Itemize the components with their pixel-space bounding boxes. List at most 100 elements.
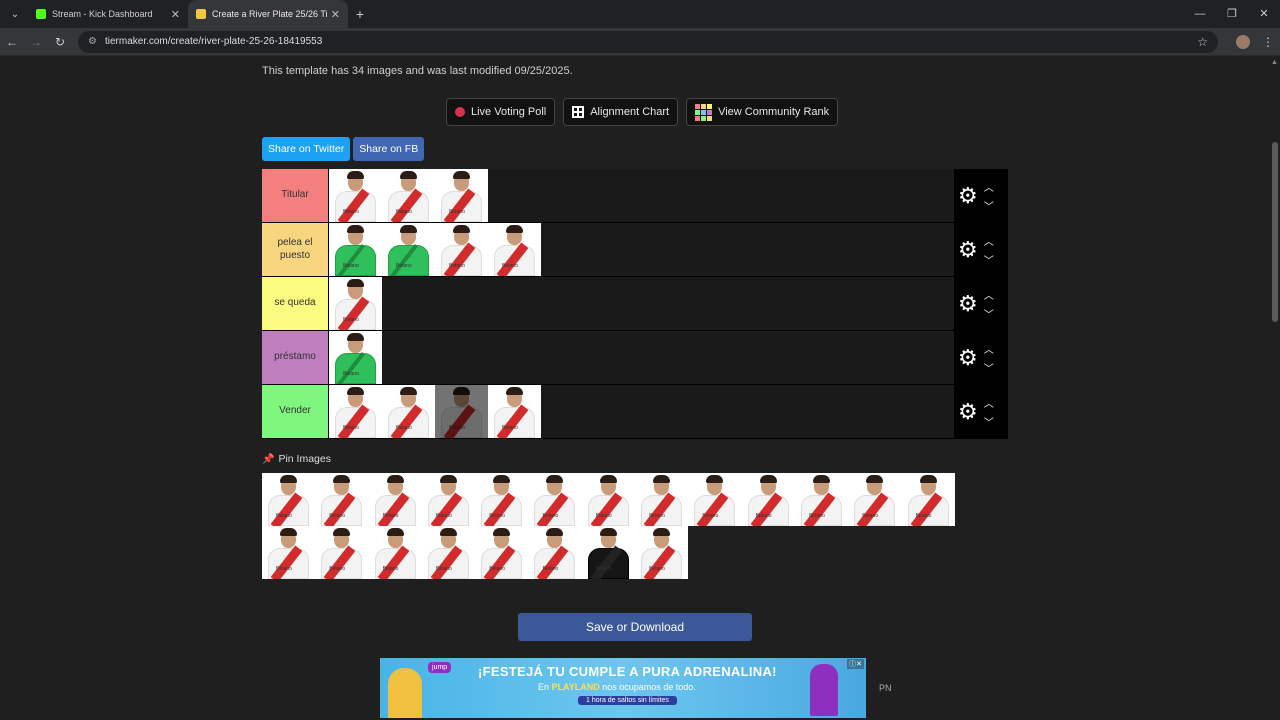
back-icon[interactable]: ← bbox=[0, 35, 24, 49]
move-up-chevron-icon[interactable]: ︿ bbox=[984, 287, 994, 302]
pin-images-label: Pin Images bbox=[278, 453, 331, 465]
browser-tab-tiermaker[interactable]: Create a River Plate 25/26 Tier L ✕ bbox=[188, 0, 348, 28]
new-tab-button[interactable]: + bbox=[348, 6, 372, 22]
player-image[interactable]: Betano bbox=[635, 526, 689, 579]
tier-row: Titular Betano Betano Betano ⚙ ︿ ﹀ bbox=[262, 169, 1008, 223]
settings-gear-icon[interactable]: ⚙ bbox=[958, 346, 978, 369]
tier-row: pelea el puesto Betano Betano Betano Betano ⚙… bbox=[262, 223, 1008, 277]
alignment-chart-button[interactable]: Alignment Chart bbox=[563, 98, 679, 126]
move-up-chevron-icon[interactable]: ︿ bbox=[984, 233, 994, 248]
player-image[interactable]: Betano bbox=[421, 526, 476, 579]
move-up-chevron-icon[interactable]: ︿ bbox=[984, 179, 994, 194]
pushpin-icon: 📌 bbox=[262, 453, 275, 465]
player-image[interactable]: Betano bbox=[528, 526, 582, 579]
player-image[interactable]: Betano bbox=[635, 473, 689, 526]
player-image[interactable]: Betano bbox=[901, 473, 955, 526]
player-image[interactable]: Betano bbox=[382, 169, 435, 222]
advertisement-banner[interactable]: jump ¡FESTEJÁ TU CUMPLE A PURA ADRENALIN… bbox=[380, 658, 866, 718]
tier-label[interactable]: préstamo bbox=[262, 331, 329, 384]
button-label: Alignment Chart bbox=[590, 106, 670, 118]
player-image[interactable]: Betano bbox=[329, 169, 382, 222]
share-buttons: Share on Twitter Share on FB bbox=[262, 137, 425, 161]
tab-close-icon[interactable]: ✕ bbox=[171, 8, 180, 21]
address-bar: ← → ↻ ⚙ tiermaker.com/create/river-plate… bbox=[0, 28, 1280, 56]
player-image[interactable]: Betano bbox=[421, 473, 476, 526]
player-image[interactable]: Betano bbox=[315, 473, 369, 526]
player-image[interactable]: Betano bbox=[488, 223, 541, 276]
share-facebook-button[interactable]: Share on FB bbox=[353, 137, 425, 161]
tier-controls: ⚙ ︿ ﹀ bbox=[954, 223, 1008, 276]
player-image[interactable]: Betano bbox=[262, 473, 316, 526]
tier-controls: ⚙ ︿ ﹀ bbox=[954, 385, 1008, 438]
ad-close-icon[interactable]: ⓘ✕ bbox=[847, 659, 864, 669]
forward-icon[interactable]: → bbox=[24, 35, 48, 49]
live-voting-poll-button[interactable]: Live Voting Poll bbox=[446, 98, 556, 126]
restore-icon[interactable]: ❐ bbox=[1216, 0, 1248, 28]
profile-avatar[interactable] bbox=[1236, 34, 1250, 49]
url-field[interactable]: ⚙ tiermaker.com/create/river-plate-25-26… bbox=[78, 30, 1218, 53]
close-window-icon[interactable]: ✕ bbox=[1248, 0, 1280, 28]
player-image[interactable]: Betano bbox=[382, 223, 435, 276]
player-image[interactable]: Betano bbox=[329, 385, 382, 438]
player-image[interactable]: Betano bbox=[475, 473, 529, 526]
player-image[interactable]: Betano bbox=[435, 169, 488, 222]
share-twitter-button[interactable]: Share on Twitter bbox=[262, 137, 351, 161]
settings-gear-icon[interactable]: ⚙ bbox=[958, 292, 978, 315]
player-image[interactable]: Betano bbox=[475, 526, 529, 579]
player-image[interactable]: Betano bbox=[794, 473, 849, 526]
move-down-chevron-icon[interactable]: ﹀ bbox=[984, 414, 994, 429]
tier-items-dropzone[interactable]: Betano Betano Betano Betano bbox=[329, 223, 954, 276]
tier-label[interactable]: Titular bbox=[262, 169, 329, 222]
scrollbar-thumb[interactable] bbox=[1272, 142, 1278, 322]
settings-gear-icon[interactable]: ⚙ bbox=[958, 184, 978, 207]
move-down-chevron-icon[interactable]: ﹀ bbox=[984, 360, 994, 375]
save-or-download-button[interactable]: Save or Download bbox=[518, 613, 752, 641]
tier-label[interactable]: Vender bbox=[262, 385, 329, 438]
player-image[interactable]: Betano bbox=[368, 526, 422, 579]
browser-tab-kick[interactable]: Stream - Kick Dashboard ✕ bbox=[28, 0, 188, 28]
tier-items-dropzone[interactable]: Betano Betano Betano Betano bbox=[329, 385, 954, 438]
scroll-up-icon[interactable]: ▲ bbox=[1271, 59, 1278, 66]
tier-items-dropzone[interactable]: Betano bbox=[329, 277, 954, 330]
player-image[interactable]: Betano bbox=[315, 526, 369, 579]
player-image[interactable]: Betano bbox=[435, 223, 488, 276]
player-image[interactable]: Betano bbox=[329, 277, 382, 330]
bookmark-star-icon[interactable]: ☆ bbox=[1197, 35, 1208, 49]
player-image[interactable]: Betano bbox=[688, 473, 742, 526]
tab-close-icon[interactable]: ✕ bbox=[331, 8, 340, 21]
page-scrollbar[interactable]: ▲ bbox=[1270, 57, 1280, 657]
player-image[interactable]: Betano bbox=[488, 385, 541, 438]
player-image[interactable]: Betano bbox=[382, 385, 435, 438]
minimize-icon[interactable]: — bbox=[1184, 0, 1216, 28]
community-rank-button[interactable]: View Community Rank bbox=[686, 98, 839, 126]
tier-label[interactable]: se queda bbox=[262, 277, 329, 330]
site-info-icon[interactable]: ⚙ bbox=[88, 36, 97, 47]
tier-items-dropzone[interactable]: Betano Betano Betano bbox=[329, 169, 954, 222]
player-image[interactable]: Betano bbox=[581, 473, 636, 526]
player-image[interactable]: Betano bbox=[435, 385, 488, 438]
tier-items-dropzone[interactable]: Betano bbox=[329, 331, 954, 384]
reload-icon[interactable]: ↻ bbox=[48, 35, 72, 49]
browser-menu-icon[interactable]: ⋮ bbox=[1262, 35, 1274, 49]
player-image[interactable]: Betano bbox=[368, 473, 422, 526]
player-image[interactable]: Betano bbox=[329, 223, 382, 276]
move-down-chevron-icon[interactable]: ﹀ bbox=[984, 198, 994, 213]
player-image[interactable]: Betano bbox=[329, 331, 382, 384]
move-down-chevron-icon[interactable]: ﹀ bbox=[984, 252, 994, 267]
pin-images-header[interactable]: 📌 Pin Images bbox=[262, 453, 331, 465]
player-image[interactable]: Betano bbox=[848, 473, 902, 526]
image-pool: Betano Betano Betano Betano Betano Betano Beta… bbox=[262, 473, 1008, 579]
move-up-chevron-icon[interactable]: ︿ bbox=[984, 395, 994, 410]
player-image[interactable]: Betano bbox=[741, 473, 795, 526]
settings-gear-icon[interactable]: ⚙ bbox=[958, 400, 978, 423]
player-image[interactable]: Betano bbox=[262, 526, 316, 579]
tab-search-button[interactable]: ⌄ bbox=[2, 4, 28, 24]
player-image[interactable]: Betano bbox=[581, 526, 636, 579]
rank-grid-icon bbox=[695, 103, 713, 121]
move-down-chevron-icon[interactable]: ﹀ bbox=[984, 306, 994, 321]
tier-label[interactable]: pelea el puesto bbox=[262, 223, 329, 276]
player-image[interactable]: Betano bbox=[528, 473, 582, 526]
page-content: ▲ This template has 34 images and was la… bbox=[0, 57, 1280, 720]
settings-gear-icon[interactable]: ⚙ bbox=[958, 238, 978, 261]
move-up-chevron-icon[interactable]: ︿ bbox=[984, 341, 994, 356]
